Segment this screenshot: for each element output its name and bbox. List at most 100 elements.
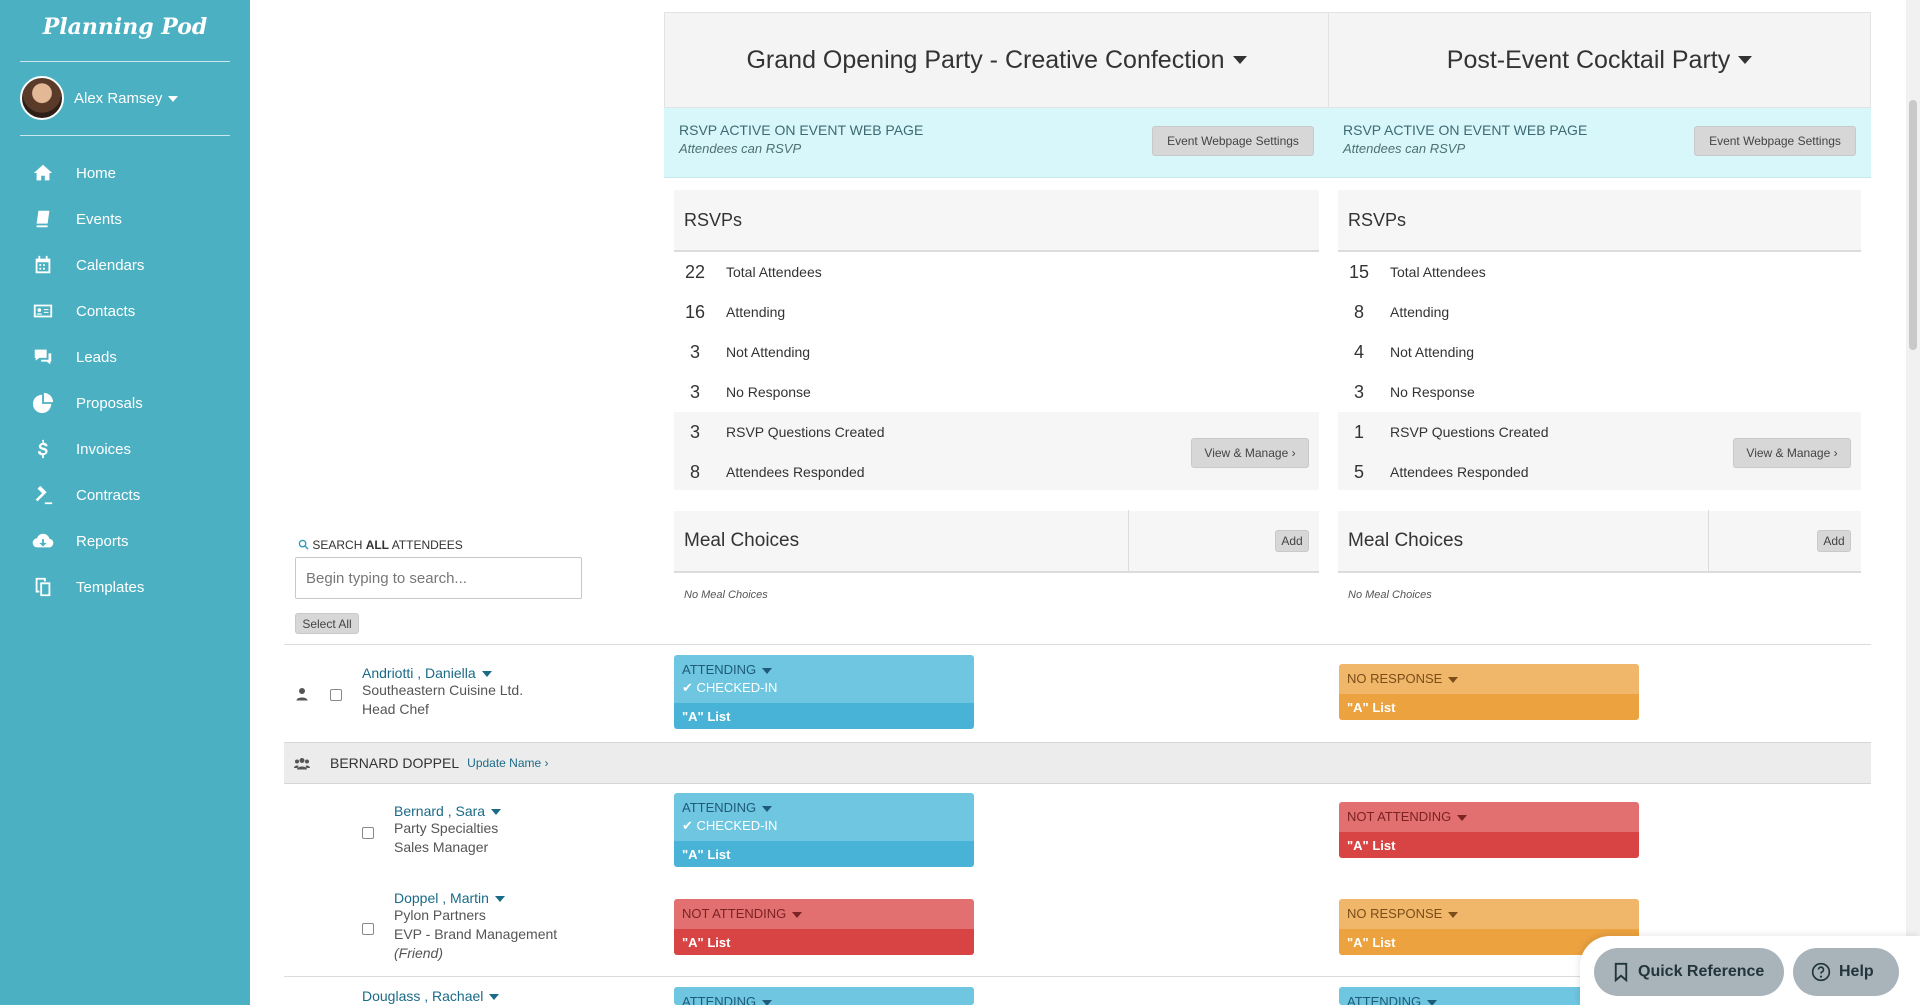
sidebar-item-contacts[interactable]: Contacts bbox=[0, 288, 250, 334]
rsvp-status-badge[interactable]: NO RESPONSE "A" List bbox=[1339, 664, 1639, 720]
checked-in-label: ✔ CHECKED-IN bbox=[682, 818, 778, 833]
attendee-name-dropdown[interactable]: Doppel , Martin bbox=[394, 890, 557, 906]
rsvp-status-badge[interactable]: NOT ATTENDING "A" List bbox=[674, 899, 974, 955]
dollar-icon bbox=[30, 438, 56, 460]
chevron-down-icon bbox=[489, 994, 500, 1001]
add-meal-button[interactable]: Add bbox=[1817, 530, 1851, 552]
attendee-checkbox[interactable] bbox=[330, 689, 342, 701]
sidebar-item-contracts[interactable]: Contracts bbox=[0, 472, 250, 518]
stat-number: 3 bbox=[689, 381, 700, 402]
meal-choices-card: Meal Choices Add No Meal Choices bbox=[1338, 510, 1861, 617]
sidebar-item-label: Templates bbox=[76, 578, 145, 596]
attendee-name-dropdown[interactable]: Douglass , Rachael bbox=[362, 988, 500, 1004]
checked-in-label: ✔ CHECKED-IN bbox=[682, 680, 778, 695]
no-meal-choices: No Meal Choices bbox=[674, 573, 1319, 617]
sidebar-item-label: Invoices bbox=[76, 440, 132, 458]
chevron-down-icon bbox=[762, 667, 773, 674]
scrollbar-thumb[interactable] bbox=[1909, 100, 1917, 350]
stat-label: RSVP Questions Created bbox=[726, 424, 885, 440]
chevron-down-icon bbox=[168, 95, 179, 102]
stat-row: 3 No Response bbox=[674, 372, 1319, 412]
stat-number: 15 bbox=[1348, 261, 1370, 282]
rsvp-stats: 22 Total Attendees 16 Attending 3 Not Atten… bbox=[674, 252, 1319, 412]
sidebar-divider bbox=[20, 61, 230, 62]
rsvp-status-badge[interactable]: ATTENDING ✔ CHECKED-IN "A" List bbox=[674, 793, 974, 867]
sidebar-item-events[interactable]: Events bbox=[0, 196, 250, 242]
meal-choices-title: Meal Choices bbox=[1338, 510, 1709, 572]
attendee-company: Southeastern Cuisine Ltd. bbox=[362, 682, 524, 698]
sidebar-item-calendars[interactable]: Calendars bbox=[0, 242, 250, 288]
stat-row: 3 Not Attending bbox=[674, 332, 1319, 372]
chevron-down-icon bbox=[494, 896, 505, 903]
event-title-dropdown[interactable]: Post-Event Cocktail Party bbox=[1328, 12, 1871, 108]
stat-label: RSVP Questions Created bbox=[1390, 424, 1549, 440]
home-icon bbox=[30, 162, 56, 184]
chevron-down-icon bbox=[762, 999, 773, 1005]
chevron-down-icon bbox=[762, 805, 773, 812]
sidebar-item-proposals[interactable]: Proposals bbox=[0, 380, 250, 426]
sidebar-item-leads[interactable]: Leads bbox=[0, 334, 250, 380]
attendee-info: Bernard , Sara Party Specialties Sales M… bbox=[394, 803, 502, 857]
sidebar-item-reports[interactable]: Reports bbox=[0, 518, 250, 564]
view-manage-button[interactable]: View & Manage › bbox=[1191, 438, 1309, 468]
stat-number: 22 bbox=[684, 261, 706, 282]
sidebar-item-templates[interactable]: Templates bbox=[0, 564, 250, 610]
rsvps-title: RSVPs bbox=[674, 190, 1319, 252]
attendee-name-dropdown[interactable]: Bernard , Sara bbox=[394, 803, 502, 819]
quick-reference-button[interactable]: Quick Reference bbox=[1594, 948, 1784, 996]
chevron-down-icon bbox=[1457, 814, 1468, 821]
meal-choices-header: Meal Choices Add bbox=[1338, 510, 1861, 573]
stat-number: 1 bbox=[1353, 421, 1364, 442]
rsvp-status-badge[interactable]: ATTENDING ✔ CHECKED-IN "A" List bbox=[674, 655, 974, 729]
sidebar: Planning Pod Alex Ramsey Home Events Cal… bbox=[0, 0, 250, 1005]
meal-add-cell: Add bbox=[1129, 510, 1319, 572]
chevron-down-icon bbox=[1448, 676, 1459, 683]
attendee-list-tag: "A" List bbox=[1339, 832, 1639, 858]
sidebar-item-invoices[interactable]: Invoices bbox=[0, 426, 250, 472]
stat-label: Attending bbox=[726, 304, 786, 320]
stat-row: 8 Attending bbox=[1338, 292, 1861, 332]
attendee-name-dropdown[interactable]: Andriotti , Daniella bbox=[362, 665, 523, 681]
chevron-down-icon bbox=[491, 809, 502, 816]
copy-icon bbox=[30, 576, 56, 598]
attendee-checkbox[interactable] bbox=[362, 923, 374, 935]
brand-logo[interactable]: Planning Pod bbox=[0, 14, 250, 40]
chevron-down-icon bbox=[1232, 56, 1247, 64]
rsvps-card: RSVPs 22 Total Attendees 16 Attending 3 Not… bbox=[674, 190, 1319, 490]
select-all-button[interactable]: Select All bbox=[295, 613, 359, 634]
rsvp-status-badge[interactable]: ATTENDING bbox=[674, 987, 974, 1005]
rsvp-stats: 15 Total Attendees 8 Attending 4 Not Attend… bbox=[1338, 252, 1861, 412]
event-title: Grand Opening Party - Creative Confectio… bbox=[746, 45, 1225, 74]
user-menu[interactable]: Alex Ramsey bbox=[20, 75, 179, 121]
help-button[interactable]: Help bbox=[1793, 948, 1899, 996]
gavel-icon bbox=[30, 484, 56, 506]
event-webpage-settings-button[interactable]: Event Webpage Settings bbox=[1694, 126, 1856, 156]
stat-row: 22 Total Attendees bbox=[674, 252, 1319, 292]
search-input[interactable] bbox=[295, 557, 582, 599]
attendee-company: Pylon Partners bbox=[394, 907, 486, 923]
divider bbox=[284, 644, 1871, 645]
search-icon bbox=[298, 539, 309, 550]
attendee-list-tag: "A" List bbox=[674, 929, 974, 955]
sidebar-item-label: Contacts bbox=[76, 302, 136, 320]
contact-card-icon bbox=[30, 300, 56, 322]
rsvp-questions: 1 RSVP Questions Created 5 Attendees Respo… bbox=[1338, 412, 1861, 492]
sidebar-item-home[interactable]: Home bbox=[0, 150, 250, 196]
no-meal-choices: No Meal Choices bbox=[1338, 573, 1861, 617]
stat-label: Not Attending bbox=[1390, 344, 1475, 360]
attendee-list-tag: "A" List bbox=[674, 703, 974, 729]
chat-icon bbox=[30, 346, 56, 368]
rsvp-status-badge[interactable]: NOT ATTENDING "A" List bbox=[1339, 802, 1639, 858]
stat-row: 3 No Response bbox=[1338, 372, 1861, 412]
view-manage-button[interactable]: View & Manage › bbox=[1733, 438, 1851, 468]
stat-label: Attending bbox=[1390, 304, 1450, 320]
scrollbar[interactable] bbox=[1906, 0, 1920, 1005]
update-name-link[interactable]: Update Name › bbox=[467, 756, 548, 770]
attendee-checkbox[interactable] bbox=[362, 827, 374, 839]
stat-number: 5 bbox=[1353, 461, 1364, 482]
add-meal-button[interactable]: Add bbox=[1275, 530, 1309, 552]
sidebar-item-label: Events bbox=[76, 210, 122, 228]
event-webpage-settings-button[interactable]: Event Webpage Settings bbox=[1152, 126, 1314, 156]
event-title-dropdown[interactable]: Grand Opening Party - Creative Confectio… bbox=[664, 12, 1329, 108]
sidebar-item-label: Calendars bbox=[76, 256, 145, 274]
